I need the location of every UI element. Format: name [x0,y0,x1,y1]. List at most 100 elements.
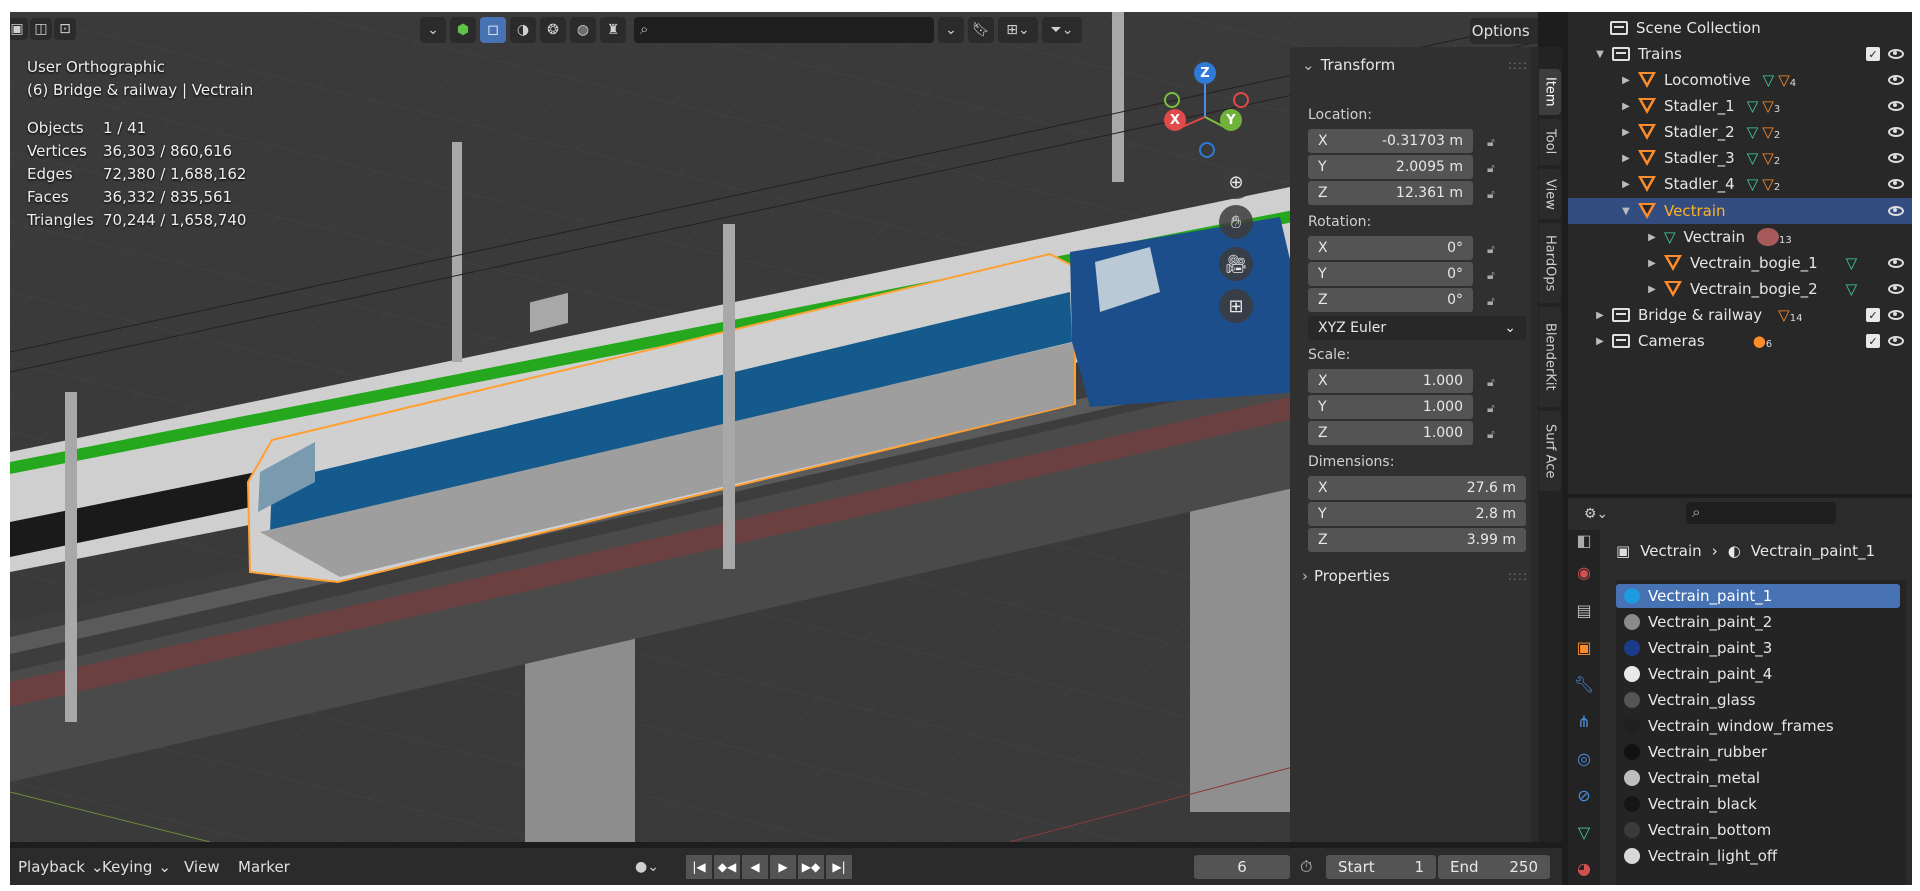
select-box-icon[interactable]: ▣ [10,18,28,40]
properties-search-input[interactable]: ⌕ [1686,502,1836,524]
gizmo-neg-y-axis[interactable] [1164,92,1180,108]
gizmo-neg-x-axis[interactable] [1233,92,1249,108]
collection-cameras[interactable]: ▶ Cameras ● 6 ✓ [1568,328,1912,354]
location-z-field[interactable]: Z 12.361 m [1308,181,1473,205]
physics-icon[interactable]: ◎ [1574,748,1594,768]
gizmo-y-axis[interactable]: Y [1220,109,1242,131]
end-frame-field[interactable]: End 250 [1438,855,1550,879]
disclosure-collapsed-icon[interactable]: ▶ [1594,336,1606,347]
material-slot[interactable]: Vectrain_paint_4 [1616,662,1900,686]
eye-icon[interactable] [1888,258,1904,268]
material-slot[interactable]: Vectrain_bottom [1616,818,1900,842]
gizmo-neg-z-axis[interactable] [1199,142,1215,158]
marker-menu[interactable]: Marker [238,855,290,879]
outliner-row-stadler-2[interactable]: ▶ Stadler_2 ▽ ▽ 2 [1568,119,1912,145]
bookmark-icon[interactable]: 🔖︎ [968,17,994,43]
disclosure-collapsed-icon[interactable]: ▶ [1620,75,1632,86]
collection-trains[interactable]: ▼ Trains ✓ [1568,41,1912,67]
unlock-icon[interactable]: 🔓︎ [1487,268,1505,282]
playback-menu[interactable]: Playback ⌄ [18,855,104,879]
eye-icon[interactable] [1888,336,1904,346]
unlock-icon[interactable]: 🔓︎ [1487,401,1505,415]
material-tab-icon[interactable]: ◕ [1574,858,1594,878]
scale-x-field[interactable]: X 1.000 [1308,369,1473,393]
dimensions-z-field[interactable]: Z 3.99 m [1308,528,1526,552]
scale-y-field[interactable]: Y 1.000 [1308,395,1473,419]
material-slot[interactable]: Vectrain_window_frames [1616,714,1900,738]
rotation-y-field[interactable]: Y 0° [1308,262,1473,286]
material-slot[interactable]: Vectrain_metal [1616,766,1900,790]
disclosure-collapsed-icon[interactable]: ▶ [1594,310,1606,321]
viewport-search-input[interactable]: ⌕ [634,17,934,43]
unlock-icon[interactable]: 🔓︎ [1487,242,1505,256]
outliner-row-stadler-4[interactable]: ▶ Stadler_4 ▽ ▽ 2 [1568,171,1912,197]
disclosure-collapsed-icon[interactable]: ▶ [1646,284,1658,295]
properties-panel-header[interactable]: › Properties :::: [1290,563,1538,589]
disclosure-expanded-icon[interactable]: ▼ [1620,206,1632,217]
eye-icon[interactable] [1888,75,1904,85]
tab-view[interactable]: View [1539,169,1561,219]
tab-tool[interactable]: Tool [1539,119,1561,165]
eye-icon[interactable] [1888,179,1904,189]
current-frame-field[interactable]: 6 [1194,855,1290,879]
tab-surf-ace[interactable]: Surf Ace [1539,411,1561,491]
unlock-icon[interactable]: 🔓︎ [1487,187,1505,201]
collection-tab-icon[interactable]: ▤ [1574,600,1594,620]
dimensions-y-field[interactable]: Y 2.8 m [1308,502,1526,526]
unlock-icon[interactable]: 🔓︎ [1487,375,1505,389]
grip-icon[interactable]: :::: [1508,569,1528,583]
play-reverse-icon[interactable]: ◀ [742,855,768,879]
outliner-row-vectrain-bogie-1[interactable]: ▶ Vectrain_bogie_1 ▽ [1568,250,1912,276]
jump-start-icon[interactable]: |◀ [686,855,712,879]
material-slot[interactable]: Vectrain_paint_1 [1616,584,1900,608]
rotation-x-field[interactable]: X 0° [1308,236,1473,260]
chevron-down-icon[interactable]: ⌄ [420,17,446,43]
disclosure-collapsed-icon[interactable]: ▶ [1620,153,1632,164]
outliner-row-locomotive[interactable]: ▶ Locomotive ▽ ▽ 4 [1568,67,1912,93]
outliner-row-vectrain-mesh[interactable]: ▶ ▽ Vectrain 13 [1568,224,1912,250]
location-x-field[interactable]: X -0.31703 m [1308,129,1473,153]
disclosure-collapsed-icon[interactable]: ▶ [1646,258,1658,269]
editor-type-icon[interactable]: ⚙⌄ [1578,501,1614,527]
disclosure-collapsed-icon[interactable]: ▶ [1620,101,1632,112]
scale-z-field[interactable]: Z 1.000 [1308,421,1473,445]
constraints-icon[interactable]: ⊘ [1574,785,1594,805]
world-tab-icon[interactable]: ◉ [1574,562,1594,582]
record-icon[interactable]: ●⌄ [626,855,668,879]
eye-icon[interactable] [1888,153,1904,163]
eye-icon[interactable] [1888,284,1904,294]
grip-icon[interactable]: :::: [1508,58,1528,72]
collection-bridge-railway[interactable]: ▶ Bridge & railway ▽ 14 ✓ [1568,302,1912,328]
unlock-icon[interactable]: 🔓︎ [1487,427,1505,441]
eye-icon[interactable] [1888,310,1904,320]
play-icon[interactable]: ▶ [770,855,796,879]
keying-menu[interactable]: Keying ⌄ [102,855,171,879]
modifier-wrench-icon[interactable]: 🔧︎ [1574,674,1594,694]
jump-end-icon[interactable]: ▶| [826,855,852,879]
material-slot[interactable]: Vectrain_glass [1616,688,1900,712]
select-subtract-icon[interactable]: ⊡ [54,18,76,40]
material-slot-list[interactable]: Vectrain_paint_1 Vectrain_paint_2 Vectra… [1616,580,1906,885]
zoom-icon[interactable]: ⊕ [1219,165,1253,199]
disclosure-collapsed-icon[interactable]: ▶ [1620,127,1632,138]
outliner-row-vectrain[interactable]: ▼ Vectrain [1568,198,1912,224]
particles-icon[interactable]: ⋔ [1574,711,1594,731]
npanel-scrollbar[interactable] [1531,47,1538,842]
start-frame-field[interactable]: Start 1 [1326,855,1436,879]
gizmo-icon[interactable]: ♜ [600,17,626,43]
outliner-row-stadler-3[interactable]: ▶ Stadler_3 ▽ ▽ 2 [1568,145,1912,171]
dimensions-x-field[interactable]: X 27.6 m [1308,476,1526,500]
material-preview-icon[interactable]: ◑ [510,17,536,43]
pan-hand-icon[interactable]: ✋︎ [1219,205,1253,239]
tab-item[interactable]: Item [1539,69,1561,115]
outliner-row-vectrain-bogie-2[interactable]: ▶ Vectrain_bogie_2 ▽ [1568,276,1912,302]
include-checkbox[interactable]: ✓ [1866,308,1880,322]
options-dropdown[interactable]: Options ⌄ [1470,18,1538,44]
unlock-icon[interactable]: 🔓︎ [1487,161,1505,175]
include-checkbox[interactable]: ✓ [1866,47,1880,61]
overlays-icon[interactable]: ⬢ [450,17,476,43]
prev-keyframe-icon[interactable]: ◆◀ [714,855,740,879]
layout-icon[interactable]: ⊞⌄ [998,17,1038,43]
eye-icon[interactable] [1888,49,1904,59]
grid-ortho-icon[interactable]: ⊞ [1219,289,1253,323]
